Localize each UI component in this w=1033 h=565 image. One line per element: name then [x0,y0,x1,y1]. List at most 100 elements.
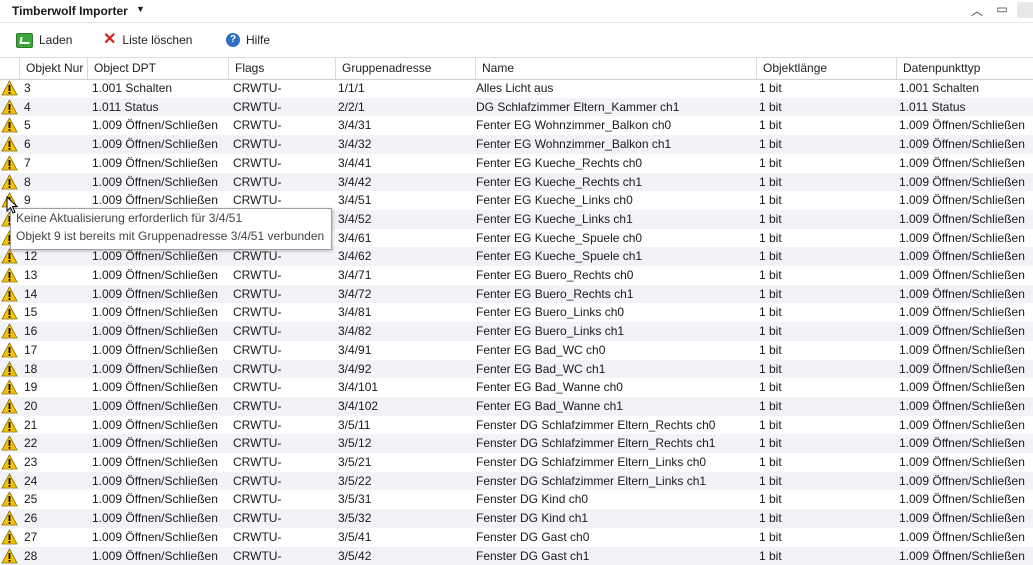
warning-icon[interactable] [1,417,18,433]
cell-gruppenadresse: 3/4/51 [336,191,476,210]
table-row[interactable]: 271.009 Öffnen/SchließenCRWTU-3/5/41Fens… [0,528,1033,547]
warning-icon[interactable] [1,491,18,507]
table-row[interactable]: 141.009 Öffnen/SchließenCRWTU-3/4/72Fent… [0,285,1033,304]
warning-icon[interactable] [1,361,18,377]
cell-objekt-nr: 28 [22,547,88,565]
cell-objektlaenge: 1 bit [757,79,897,98]
warning-icon[interactable] [1,99,18,115]
header-object-dpt[interactable]: Object DPT [88,58,229,79]
cell-objekt-nr: 23 [22,453,88,472]
cell-objekt-nr: 8 [22,173,88,192]
header-gruppenadresse[interactable]: Gruppenadresse [336,58,476,79]
cell-gruppenadresse: 3/5/11 [336,416,476,435]
cell-flags: CRWTU- [231,528,337,547]
warning-icon[interactable] [1,267,18,283]
cell-name: Fenster DG Schlafzimmer Eltern_Links ch0 [474,453,758,472]
warning-icon[interactable] [1,454,18,470]
warning-icon[interactable] [1,473,18,489]
table-row[interactable]: 231.009 Öffnen/SchließenCRWTU-3/5/21Fens… [0,453,1033,472]
warning-icon[interactable] [1,510,18,526]
table-row[interactable]: 261.009 Öffnen/SchließenCRWTU-3/5/32Fens… [0,509,1033,528]
warning-icon[interactable] [1,548,18,564]
cell-objektlaenge: 1 bit [757,434,897,453]
table-row[interactable]: 221.009 Öffnen/SchließenCRWTU-3/5/12Fens… [0,434,1033,453]
cell-gruppenadresse: 3/4/31 [336,116,476,135]
hilfe-button[interactable]: ? Hilfe [226,30,270,50]
liste-loeschen-button[interactable]: ✕ Liste löschen [103,30,192,50]
triangle-down-icon[interactable]: ▼ [136,4,145,14]
table-row[interactable]: 191.009 Öffnen/SchließenCRWTU-3/4/101Fen… [0,378,1033,397]
warning-icon[interactable] [1,398,18,414]
warning-icon[interactable] [1,248,18,264]
cell-flags: CRWTU- [231,490,337,509]
cell-gruppenadresse: 3/4/102 [336,397,476,416]
cell-object-dpt: 1.009 Öffnen/Schließen [90,416,230,435]
cell-flags: CRWTU- [231,360,337,379]
table-row[interactable]: 181.009 Öffnen/SchließenCRWTU-3/4/92Fent… [0,360,1033,379]
table-row[interactable]: 131.009 Öffnen/SchließenCRWTU-3/4/71Fent… [0,266,1033,285]
header-flags[interactable]: Flags [229,58,336,79]
cell-object-dpt: 1.009 Öffnen/Schließen [90,472,230,491]
table-row[interactable]: 41.011 StatusCRWTU-2/2/1DG Schlafzimmer … [0,98,1033,117]
laden-button[interactable]: Laden [16,30,72,50]
header-objektlaenge[interactable]: Objektlänge [757,58,897,79]
cell-objektlaenge: 1 bit [757,490,897,509]
chevron-up-icon[interactable]: ︿ [967,2,987,18]
warning-icon[interactable] [1,174,18,190]
cell-datenpunkttyp: 1.009 Öffnen/Schließen [897,116,1033,135]
cell-object-dpt: 1.009 Öffnen/Schließen [90,303,230,322]
warning-icon[interactable] [1,342,18,358]
warning-icon[interactable] [1,379,18,395]
restore-icon[interactable]: ▭ [992,2,1012,18]
warning-icon[interactable] [1,529,18,545]
warning-icon[interactable] [1,80,18,96]
cell-flags: CRWTU- [231,154,337,173]
warning-icon[interactable] [1,286,18,302]
cell-gruppenadresse: 3/5/32 [336,509,476,528]
cell-datenpunkttyp: 1.011 Status [897,98,1033,117]
cell-datenpunkttyp: 1.009 Öffnen/Schließen [897,378,1033,397]
cell-name: Fenster DG Schlafzimmer Eltern_Rechts ch… [474,434,758,453]
warning-icon[interactable] [1,435,18,451]
cell-object-dpt: 1.009 Öffnen/Schließen [90,490,230,509]
table-row[interactable]: 281.009 Öffnen/SchließenCRWTU-3/5/42Fens… [0,547,1033,565]
cell-flags: CRWTU- [231,453,337,472]
table-row[interactable]: 171.009 Öffnen/SchließenCRWTU-3/4/91Fent… [0,341,1033,360]
table-row[interactable]: 51.009 Öffnen/SchließenCRWTU-3/4/31Fente… [0,116,1033,135]
cell-objektlaenge: 1 bit [757,322,897,341]
cell-datenpunkttyp: 1.009 Öffnen/Schließen [897,154,1033,173]
table-row[interactable]: 71.009 Öffnen/SchließenCRWTU-3/4/41Fente… [0,154,1033,173]
warning-icon[interactable] [1,136,18,152]
cell-flags: CRWTU- [231,303,337,322]
header-name[interactable]: Name [476,58,757,79]
table-row[interactable]: 241.009 Öffnen/SchließenCRWTU-3/5/22Fens… [0,472,1033,491]
cell-gruppenadresse: 3/4/82 [336,322,476,341]
warning-icon[interactable] [1,323,18,339]
warning-icon[interactable] [1,304,18,320]
table-row[interactable]: 151.009 Öffnen/SchließenCRWTU-3/4/81Fent… [0,303,1033,322]
table-row[interactable]: 251.009 Öffnen/SchließenCRWTU-3/5/31Fens… [0,490,1033,509]
table-row[interactable]: 31.001 SchaltenCRWTU-1/1/1Alles Licht au… [0,79,1033,98]
cell-datenpunkttyp: 1.009 Öffnen/Schließen [897,472,1033,491]
header-objekt-nr[interactable]: Objekt Nur [20,58,88,79]
cell-object-dpt: 1.009 Öffnen/Schließen [90,116,230,135]
cell-datenpunkttyp: 1.009 Öffnen/Schließen [897,453,1033,472]
warning-icon[interactable] [1,155,18,171]
cell-name: Fenter EG Wohnzimmer_Balkon ch1 [474,135,758,154]
close-button-partial[interactable] [1017,2,1033,18]
table-row[interactable]: 81.009 Öffnen/SchließenCRWTU-3/4/42Fente… [0,173,1033,192]
table-row[interactable]: 201.009 Öffnen/SchließenCRWTU-3/4/102Fen… [0,397,1033,416]
header-datenpunkttyp[interactable]: Datenpunkttyp [897,58,1033,79]
cell-objektlaenge: 1 bit [757,360,897,379]
table-row[interactable]: 61.009 Öffnen/SchließenCRWTU-3/4/32Fente… [0,135,1033,154]
cell-name: Alles Licht aus [474,79,758,98]
cell-object-dpt: 1.009 Öffnen/Schließen [90,547,230,565]
warning-icon[interactable] [1,117,18,133]
table-row[interactable]: 211.009 Öffnen/SchließenCRWTU-3/5/11Fens… [0,416,1033,435]
cell-datenpunkttyp: 1.001 Schalten [897,79,1033,98]
cell-objektlaenge: 1 bit [757,509,897,528]
header-icon-col[interactable] [0,58,20,79]
cell-object-dpt: 1.011 Status [90,98,230,117]
table-row[interactable]: 161.009 Öffnen/SchließenCRWTU-3/4/82Fent… [0,322,1033,341]
table-row[interactable]: 121.009 Öffnen/SchließenCRWTU-3/4/62Fent… [0,247,1033,266]
